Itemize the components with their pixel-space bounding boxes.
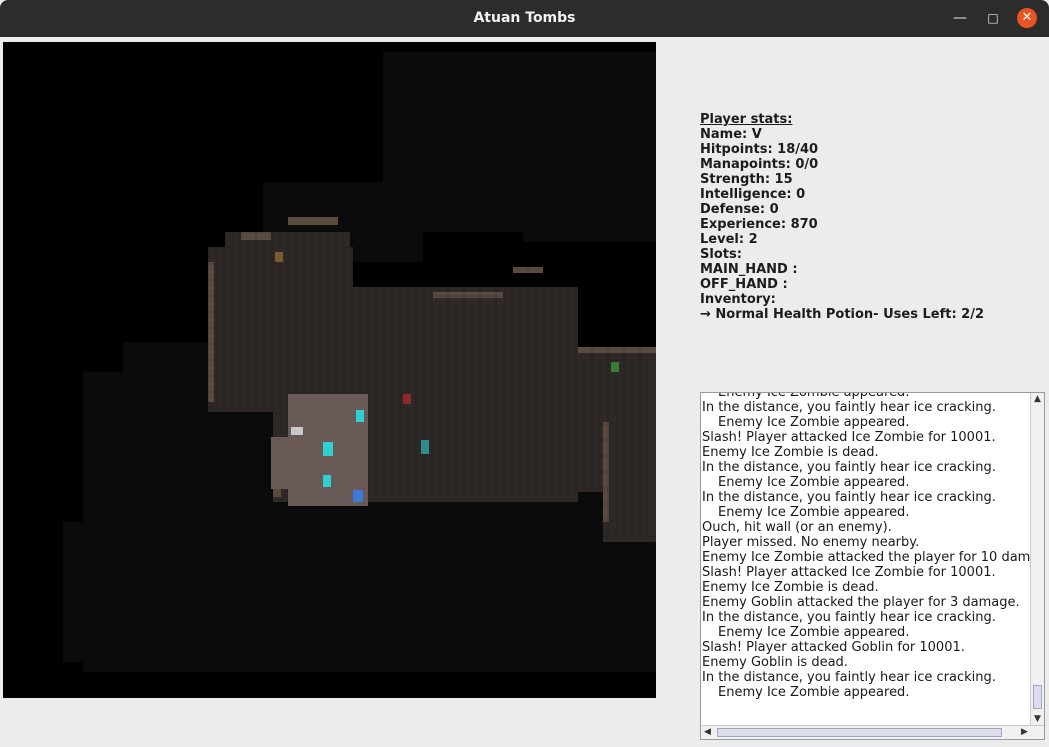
- log-message: Enemy Goblin attacked the player for 3 d…: [702, 595, 1020, 610]
- player-stat-line: Intelligence: 0: [700, 187, 806, 202]
- message-log-lines: Enemy Ice Zombie appeared. In the distanc…: [701, 392, 1031, 700]
- log-message: Enemy Ice Zombie appeared.: [718, 475, 910, 490]
- player-stat-line: Strength: 15: [700, 172, 793, 187]
- log-message: Enemy Ice Zombie is dead.: [702, 445, 879, 460]
- dungeon-floor: [603, 382, 656, 542]
- log-message: Slash! Player attacked Ice Zombie for 10…: [702, 430, 996, 445]
- dungeon-wall: [288, 217, 338, 225]
- message-log[interactable]: Enemy Ice Zombie appeared. In the distanc…: [700, 392, 1045, 740]
- player-stats-header: Player stats:: [700, 112, 793, 127]
- log-message: In the distance, you faintly hear ice cr…: [702, 460, 996, 475]
- player-stat-line: Hitpoints: 18/40: [700, 142, 819, 157]
- goblin-sprite: [611, 362, 619, 372]
- log-message: In the distance, you faintly hear ice cr…: [702, 400, 996, 415]
- player-stat-line: Manapoints: 0/0: [700, 157, 819, 172]
- ice-zombie-sprite: [323, 442, 333, 456]
- scroll-up-icon[interactable]: ▲: [1031, 393, 1044, 406]
- dungeon-map: [63, 52, 656, 672]
- player-stat-line: Experience: 870: [700, 217, 818, 232]
- log-message: In the distance, you faintly hear ice cr…: [702, 490, 996, 505]
- item-sprite: [291, 427, 303, 435]
- log-message: Enemy Ice Zombie appeared.: [718, 392, 910, 400]
- dungeon-floor: [463, 472, 613, 492]
- log-message: Enemy Ice Zombie is dead.: [702, 580, 879, 595]
- log-message: Enemy Ice Zombie appeared.: [718, 415, 910, 430]
- dungeon-wall: [578, 347, 656, 353]
- player-stat-line: Name: V: [700, 127, 762, 142]
- log-horizontal-scroll-thumb[interactable]: [717, 728, 1002, 737]
- ice-zombie-sprite: [323, 475, 331, 487]
- log-message: Enemy Goblin is dead.: [702, 655, 848, 670]
- scroll-right-icon[interactable]: ▶: [1018, 726, 1031, 739]
- lit-floor-area: [271, 437, 291, 489]
- player-stat-line: → Normal Health Potion- Uses Left: 2/2: [700, 307, 985, 322]
- log-message: In the distance, you faintly hear ice cr…: [702, 610, 996, 625]
- player-stat-line: MAIN_HAND :: [700, 262, 798, 277]
- log-horizontal-scrollbar[interactable]: ◀ ▶: [701, 725, 1044, 739]
- dungeon-wall: [433, 292, 503, 298]
- log-message: Enemy Ice Zombie appeared.: [718, 625, 910, 640]
- close-icon[interactable]: ✕: [1017, 8, 1037, 28]
- window-title: Atuan Tombs: [473, 10, 576, 26]
- dungeon-wall: [208, 262, 214, 402]
- player-stat-line: Inventory:: [700, 292, 776, 307]
- player-sprite: [353, 490, 363, 502]
- log-vertical-scroll-thumb[interactable]: [1033, 685, 1042, 709]
- item-sprite: [403, 394, 411, 404]
- player-stats-list: Name: V Hitpoints: 18/40 Manapoints: 0/0 St…: [700, 127, 1040, 322]
- game-map-viewport[interactable]: [3, 42, 656, 698]
- log-message: In the distance, you faintly hear ice cr…: [702, 670, 996, 685]
- log-message: Player missed. No enemy nearby.: [702, 535, 920, 550]
- maximize-icon[interactable]: □: [983, 8, 1003, 28]
- log-message: Enemy Ice Zombie appeared.: [718, 685, 910, 700]
- log-vertical-scrollbar[interactable]: ▲ ▼: [1030, 393, 1044, 726]
- log-message: Slash! Player attacked Ice Zombie for 10…: [702, 565, 996, 580]
- player-stat-line: Slots:: [700, 247, 742, 262]
- player-stat-line: Level: 2: [700, 232, 758, 247]
- player-stat-line: Defense: 0: [700, 202, 779, 217]
- scroll-left-icon[interactable]: ◀: [701, 726, 714, 739]
- window-titlebar: Atuan Tombs — □ ✕: [0, 0, 1049, 37]
- player-stat-line: OFF_HAND :: [700, 277, 788, 292]
- ice-zombie-sprite: [356, 410, 364, 422]
- item-sprite: [275, 252, 283, 262]
- shadow-region: [523, 82, 656, 242]
- log-message: Ouch, hit wall (or an enemy).: [702, 520, 892, 535]
- ice-zombie-sprite: [421, 440, 429, 454]
- log-message: Enemy Ice Zombie attacked the player for…: [702, 550, 1031, 565]
- player-stats-panel: Player stats: Name: V Hitpoints: 18/40 Man…: [700, 112, 1040, 322]
- log-message: Enemy Ice Zombie appeared.: [718, 505, 910, 520]
- log-message: Slash! Player attacked Goblin for 10001.: [702, 640, 965, 655]
- minimize-icon[interactable]: —: [950, 8, 970, 28]
- shadow-region: [63, 522, 543, 662]
